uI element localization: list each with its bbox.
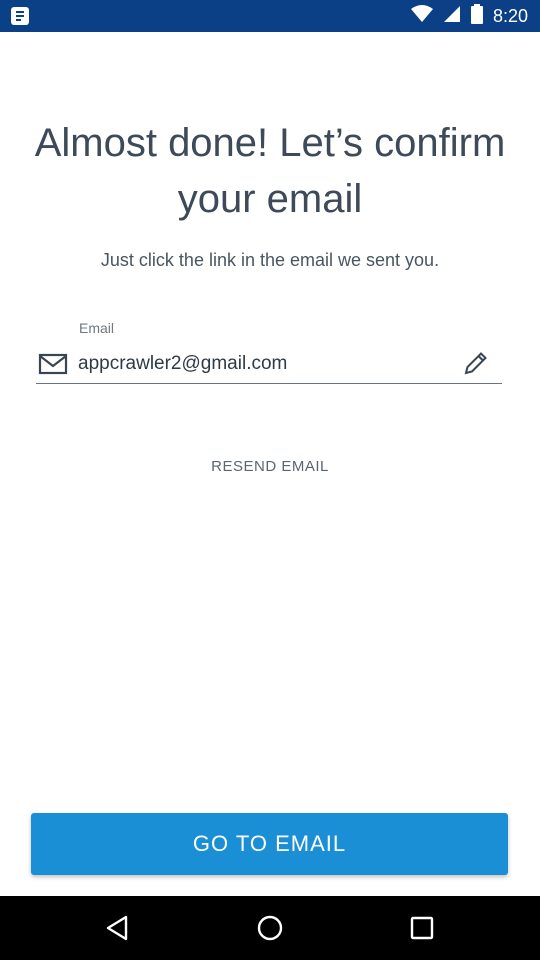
mail-icon: [38, 352, 68, 376]
page-title: Almost done! Let’s confirm your email: [34, 121, 506, 221]
edit-pencil-icon[interactable]: [462, 349, 490, 377]
resend-email-link[interactable]: RESEND EMAIL: [0, 458, 540, 475]
back-icon[interactable]: [102, 912, 134, 944]
app-notification-icon: [10, 6, 30, 26]
status-time: 8:20: [492, 5, 528, 26]
page-subtitle: Just click the link in the email we sent…: [100, 250, 440, 270]
go-to-email-button[interactable]: GO TO EMAIL: [31, 813, 508, 875]
email-value: appcrawler2@gmail.com: [78, 353, 288, 374]
home-icon[interactable]: [254, 912, 286, 944]
email-label: Email: [79, 320, 115, 336]
status-bar: 8:20: [0, 0, 540, 32]
navigation-bar: [0, 896, 540, 960]
recent-apps-icon[interactable]: [406, 912, 438, 944]
cellular-signal-icon: [443, 5, 461, 28]
email-field[interactable]: appcrawler2@gmail.com: [36, 345, 502, 384]
wifi-icon: [410, 4, 433, 28]
battery-icon: [470, 3, 483, 29]
